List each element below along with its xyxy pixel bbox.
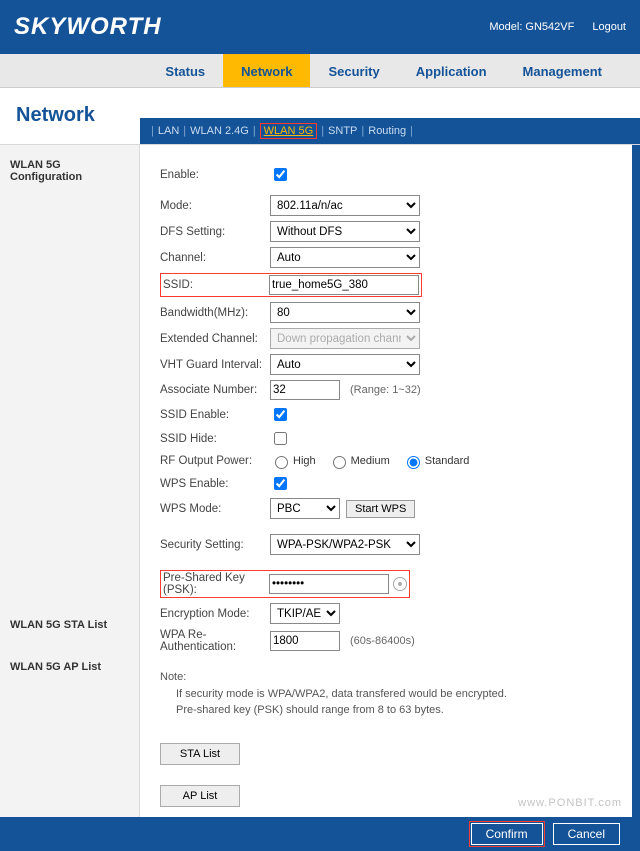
rf-radio-standard[interactable] — [407, 456, 420, 469]
assoc-range: (Range: 1~32) — [350, 384, 421, 396]
rf-radio-medium[interactable] — [333, 456, 346, 469]
sub-nav: | LAN | WLAN 2.4G | WLAN 5G | SNTP | Rou… — [140, 118, 640, 144]
cancel-button[interactable]: Cancel — [553, 823, 620, 845]
note-block: Note: If security mode is WPA/WPA2, data… — [160, 669, 612, 719]
model-label: Model: GN542VF — [489, 21, 574, 33]
assoc-label: Associate Number: — [160, 384, 270, 396]
subnav-sntp[interactable]: SNTP — [328, 125, 357, 137]
sidebar-item-config[interactable]: WLAN 5G Configuration — [6, 153, 133, 189]
wps-enable-checkbox[interactable] — [274, 477, 287, 490]
enc-select[interactable]: TKIP/AES — [270, 603, 340, 624]
ssid-label: SSID: — [163, 279, 269, 291]
psk-input[interactable] — [269, 574, 389, 594]
nav-application[interactable]: Application — [398, 54, 505, 87]
note-line1: If security mode is WPA/WPA2, data trans… — [176, 686, 612, 703]
rf-standard-label: Standard — [425, 455, 470, 467]
page-title: Network — [0, 88, 140, 144]
reauth-input[interactable] — [270, 631, 340, 651]
psk-label: Pre-Shared Key (PSK): — [163, 572, 269, 596]
assoc-input[interactable] — [270, 380, 340, 400]
brand-logo: SKYWORTH — [14, 13, 162, 41]
nav-security[interactable]: Security — [310, 54, 397, 87]
dfs-select[interactable]: Without DFS — [270, 221, 420, 242]
extch-select: Down propagation channel — [270, 328, 420, 349]
subnav-lan[interactable]: LAN — [158, 125, 179, 137]
reauth-label: WPA Re-Authentication: — [160, 629, 270, 653]
ssid-enable-label: SSID Enable: — [160, 409, 270, 421]
mode-label: Mode: — [160, 200, 270, 212]
sidebar-item-ap-list[interactable]: WLAN 5G AP List — [6, 655, 133, 679]
logout-link[interactable]: Logout — [592, 21, 626, 33]
dfs-label: DFS Setting: — [160, 226, 270, 238]
header: SKYWORTH Model: GN542VF Logout — [0, 0, 640, 54]
channel-select[interactable]: Auto — [270, 247, 420, 268]
wps-enable-label: WPS Enable: — [160, 478, 270, 490]
ssid-enable-checkbox[interactable] — [274, 408, 287, 421]
enc-label: Encryption Mode: — [160, 608, 270, 620]
rf-radio-high[interactable] — [275, 456, 288, 469]
mode-select[interactable]: 802.11a/n/ac — [270, 195, 420, 216]
sidebar-item-sta-list[interactable]: WLAN 5G STA List — [6, 613, 133, 637]
wps-mode-select[interactable]: PBC — [270, 498, 340, 519]
ssid-hide-label: SSID Hide: — [160, 433, 270, 445]
sidebar: WLAN 5G Configuration WLAN 5G STA List W… — [0, 145, 140, 817]
right-stripe — [632, 145, 640, 817]
vht-select[interactable]: Auto — [270, 354, 420, 375]
nav-network[interactable]: Network — [223, 54, 310, 87]
bw-select[interactable]: 80 — [270, 302, 420, 323]
ssid-hide-checkbox[interactable] — [274, 432, 287, 445]
reauth-range: (60s-86400s) — [350, 635, 415, 647]
main-panel: Enable: Mode: 802.11a/n/ac DFS Setting: … — [140, 145, 632, 817]
bw-label: Bandwidth(MHz): — [160, 307, 270, 319]
extch-label: Extended Channel: — [160, 333, 270, 345]
wps-mode-label: WPS Mode: — [160, 503, 270, 515]
enable-checkbox[interactable] — [274, 168, 287, 181]
sta-list-button[interactable]: STA List — [160, 743, 240, 765]
watermark: www.PONBIT.com — [518, 797, 622, 809]
confirm-button[interactable]: Confirm — [471, 823, 543, 845]
subnav-wlan24g[interactable]: WLAN 2.4G — [190, 125, 249, 137]
note-title: Note: — [160, 671, 186, 683]
subnav-routing[interactable]: Routing — [368, 125, 406, 137]
enable-label: Enable: — [160, 169, 270, 181]
ap-list-button[interactable]: AP List — [160, 785, 240, 807]
rf-high-label: High — [293, 455, 316, 467]
subnav-wlan5g[interactable]: WLAN 5G — [260, 123, 318, 139]
top-nav: Status Network Security Application Mana… — [0, 54, 640, 88]
channel-label: Channel: — [160, 252, 270, 264]
rf-medium-label: Medium — [351, 455, 390, 467]
note-line2: Pre-shared key (PSK) should range from 8… — [176, 702, 612, 719]
security-label: Security Setting: — [160, 539, 270, 551]
vht-label: VHT Guard Interval: — [160, 359, 270, 371]
nav-status[interactable]: Status — [147, 54, 223, 87]
footer-bar: www.PONBIT.com Confirm Cancel — [0, 817, 640, 851]
eye-icon[interactable] — [393, 577, 407, 591]
nav-management[interactable]: Management — [505, 54, 620, 87]
security-select[interactable]: WPA-PSK/WPA2-PSK — [270, 534, 420, 555]
ssid-input[interactable] — [269, 275, 419, 295]
start-wps-button[interactable]: Start WPS — [346, 500, 415, 518]
rf-label: RF Output Power: — [160, 455, 270, 467]
